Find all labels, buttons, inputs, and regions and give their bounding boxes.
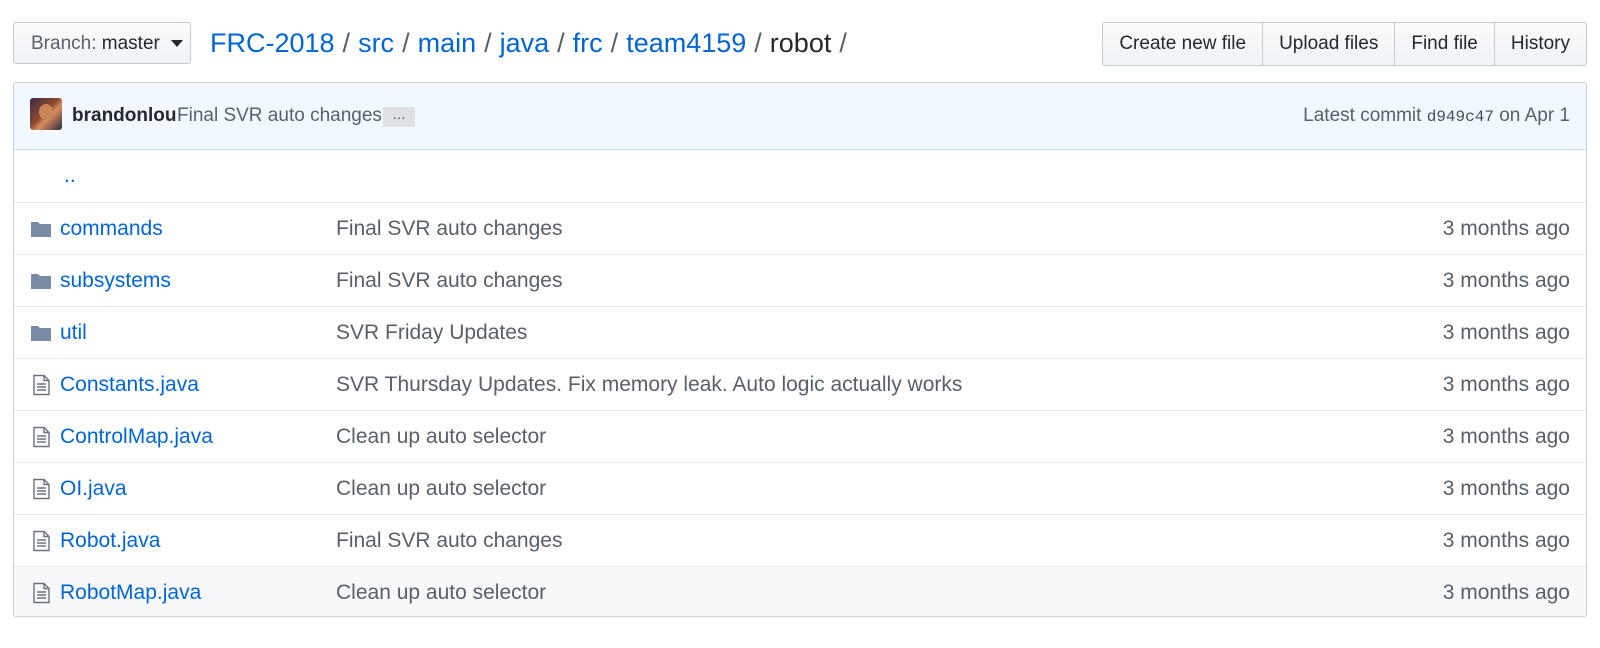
file-age: 3 months ago <box>1442 425 1570 448</box>
file-name-link[interactable]: Robot.java <box>60 515 160 567</box>
latest-commit-bar: brandonlou Final SVR auto changes … Late… <box>14 83 1586 150</box>
file-row: Constants.java SVR Thursday Updates. Fix … <box>14 358 1586 410</box>
breadcrumb-separator: / <box>839 28 847 58</box>
file-commit-message[interactable]: Clean up auto selector <box>336 411 546 463</box>
file-icon <box>30 582 52 604</box>
repo-topbar: Branch: master FRC-2018/src / main / java / fr… <box>13 22 1587 66</box>
file-actions: Create new file Upload files Find file H… <box>1102 22 1587 66</box>
file-row: commands Final SVR auto changes 3 months a… <box>14 202 1586 254</box>
file-age: 3 months ago <box>1442 321 1570 344</box>
file-row: subsystems Final SVR auto changes 3 months… <box>14 254 1586 306</box>
breadcrumb-separator: / <box>342 28 351 58</box>
create-new-file-button[interactable]: Create new file <box>1102 22 1264 66</box>
file-commit-message[interactable]: Final SVR auto changes <box>336 255 562 307</box>
file-commit-message[interactable]: Clean up auto selector <box>336 463 546 515</box>
breadcrumb-team4159[interactable]: team4159 <box>626 28 746 58</box>
folder-icon <box>30 218 52 240</box>
file-age: 3 months ago <box>1442 373 1570 396</box>
breadcrumb-repo[interactable]: FRC-2018 <box>210 28 335 58</box>
commit-author[interactable]: brandonlou <box>72 83 176 149</box>
breadcrumb: FRC-2018/src / main / java / frc / team4159/robo… <box>210 22 855 64</box>
latest-commit-label: Latest commit <box>1303 105 1422 126</box>
branch-select-button[interactable]: Branch: master <box>13 22 191 64</box>
find-file-button[interactable]: Find file <box>1394 22 1495 66</box>
file-name-link[interactable]: commands <box>60 203 163 255</box>
file-name-link[interactable]: OI.java <box>60 463 127 515</box>
file-commit-message[interactable]: Final SVR auto changes <box>336 515 562 567</box>
breadcrumb-separator: / <box>484 28 492 58</box>
file-row: Robot.java Final SVR auto changes 3 months… <box>14 514 1586 566</box>
parent-directory-row: .. <box>14 150 1586 202</box>
branch-label: Branch: <box>31 33 97 54</box>
breadcrumb-frc[interactable]: frc <box>573 28 603 58</box>
file-age: 3 months ago <box>1442 269 1570 292</box>
file-row: OI.java Clean up auto selector 3 months ag… <box>14 462 1586 514</box>
file-icon <box>30 530 52 552</box>
breadcrumb-src[interactable]: src <box>358 28 394 58</box>
folder-icon <box>30 270 52 292</box>
file-commit-message[interactable]: Clean up auto selector <box>336 567 546 616</box>
breadcrumb-current: robot <box>769 28 832 58</box>
commit-message[interactable]: Final SVR auto changes <box>177 83 382 149</box>
file-icon <box>30 374 52 396</box>
breadcrumb-java[interactable]: java <box>500 28 550 58</box>
file-name-link[interactable]: RobotMap.java <box>60 567 201 616</box>
commit-sha[interactable]: d949c47 <box>1427 108 1494 126</box>
folder-icon <box>30 322 52 344</box>
file-list: brandonlou Final SVR auto changes … Late… <box>13 82 1587 617</box>
file-name-link[interactable]: util <box>60 307 87 359</box>
upload-files-button[interactable]: Upload files <box>1262 22 1396 66</box>
file-age: 3 months ago <box>1442 529 1570 552</box>
history-button[interactable]: History <box>1493 22 1587 66</box>
file-name-link[interactable]: ControlMap.java <box>60 411 213 463</box>
file-row: RobotMap.java Clean up auto selector 3 mon… <box>14 566 1586 616</box>
file-commit-message[interactable]: SVR Friday Updates <box>336 307 527 359</box>
breadcrumb-separator: / <box>402 28 410 58</box>
breadcrumb-separator: / <box>754 28 762 58</box>
file-row: util SVR Friday Updates 3 months ago <box>14 306 1586 358</box>
file-commit-message[interactable]: Final SVR auto changes <box>336 203 562 255</box>
file-row: ControlMap.java Clean up auto selector 3 m… <box>14 410 1586 462</box>
file-commit-message[interactable]: SVR Thursday Updates. Fix memory leak. A… <box>336 359 962 411</box>
commit-meta: Latest commit d949c47 on Apr 1 <box>1303 83 1570 150</box>
breadcrumb-separator: / <box>610 28 619 58</box>
file-age: 3 months ago <box>1442 477 1570 500</box>
expand-commit-button[interactable]: … <box>383 107 415 127</box>
file-icon <box>30 426 52 448</box>
file-age: 3 months ago <box>1442 581 1570 604</box>
parent-directory-link[interactable]: .. <box>64 150 76 202</box>
file-age: 3 months ago <box>1442 217 1570 240</box>
commit-date: on Apr 1 <box>1499 105 1570 126</box>
breadcrumb-main[interactable]: main <box>418 28 477 58</box>
avatar[interactable] <box>30 98 62 130</box>
file-name-link[interactable]: Constants.java <box>60 359 199 411</box>
branch-name: master <box>101 33 160 54</box>
file-name-link[interactable]: subsystems <box>60 255 171 307</box>
breadcrumb-separator: / <box>557 28 565 58</box>
caret-down-icon <box>171 40 184 48</box>
file-icon <box>30 478 52 500</box>
